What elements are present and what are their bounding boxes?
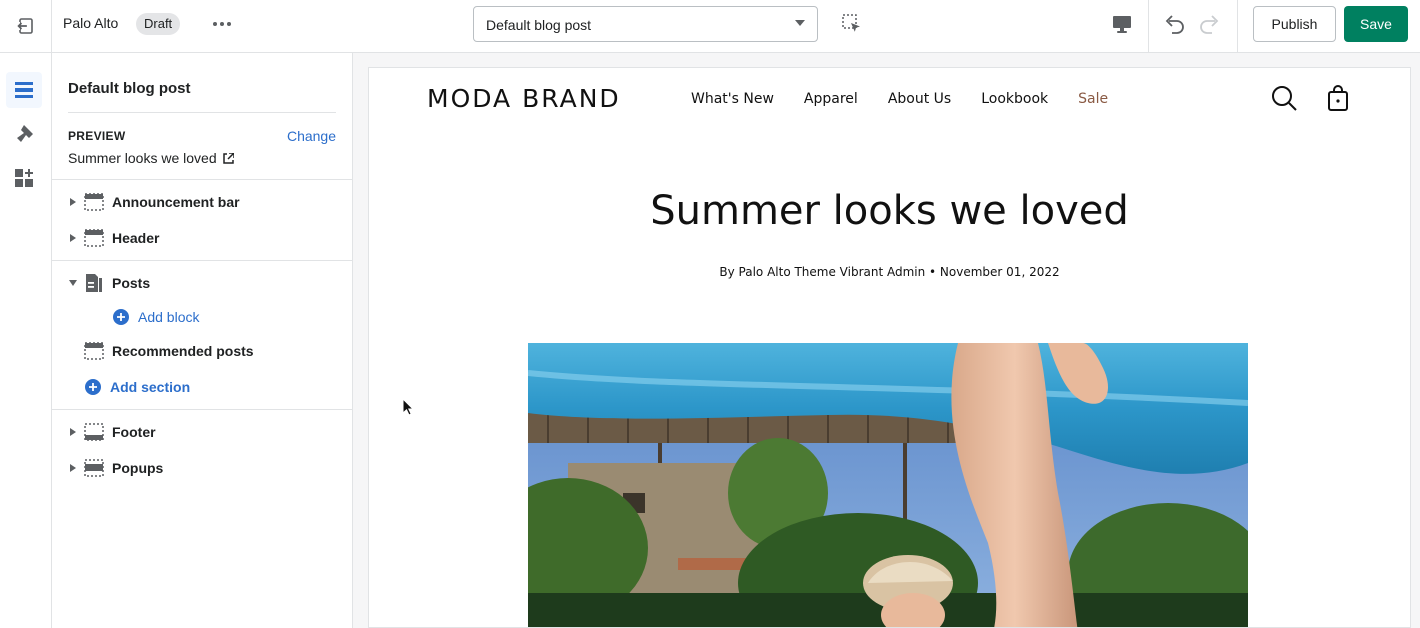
divider <box>52 409 352 410</box>
section-posts[interactable]: Posts <box>52 269 352 297</box>
section-label: Announcement bar <box>112 194 240 210</box>
top-bar: Palo Alto Draft Default blog post Publis… <box>0 0 1420 53</box>
blog-posts-icon <box>84 273 104 293</box>
add-block-button[interactable]: Add block <box>112 305 199 329</box>
plus-circle-icon <box>85 379 101 395</box>
section-announcement-bar[interactable]: Announcement bar <box>52 188 352 216</box>
section-label: Popups <box>112 460 164 476</box>
article-byline: By Palo Alto Theme Vibrant Admin • Novem… <box>719 265 1060 279</box>
nav-link[interactable]: About Us <box>888 91 951 107</box>
add-block-label: Add block <box>138 309 200 325</box>
template-select[interactable]: Default blog post <box>473 6 818 42</box>
header-icon <box>84 228 104 248</box>
sections-panel: Default blog post PREVIEW Change Summer … <box>52 53 353 628</box>
search-icon[interactable] <box>1271 85 1297 111</box>
inspector-icon <box>842 14 860 32</box>
add-section-button[interactable]: Add section <box>84 375 190 399</box>
undo-button[interactable] <box>1160 10 1188 38</box>
expand-arrow-icon[interactable] <box>68 427 78 437</box>
section-popups[interactable]: Popups <box>52 454 352 482</box>
collapse-arrow-icon[interactable] <box>68 278 78 288</box>
status-badge: Draft <box>136 13 181 35</box>
section-label: Header <box>112 230 160 246</box>
section-footer[interactable]: Footer <box>52 418 352 446</box>
desktop-preview-button[interactable] <box>1106 10 1138 38</box>
left-rail <box>0 53 52 628</box>
apps-icon <box>15 169 33 187</box>
expand-arrow-icon[interactable] <box>68 463 78 473</box>
publish-button[interactable]: Publish <box>1253 6 1336 42</box>
preview-label: PREVIEW <box>68 129 126 143</box>
more-actions-button[interactable] <box>208 12 236 36</box>
nav-link[interactable]: Apparel <box>804 91 858 107</box>
nav-link-sale[interactable]: Sale <box>1078 91 1108 107</box>
external-link-icon <box>222 152 234 164</box>
nav-link[interactable]: Lookbook <box>981 91 1048 107</box>
section-label: Posts <box>112 275 151 291</box>
preview-canvas: MODA BRAND What's New Apparel About Us L… <box>353 53 1420 628</box>
redo-button[interactable] <box>1196 10 1224 38</box>
article-title: Summer looks we loved <box>650 188 1129 234</box>
expand-arrow-icon[interactable] <box>68 233 78 243</box>
section-header[interactable]: Header <box>52 224 352 252</box>
divider <box>1148 0 1149 52</box>
exit-button[interactable] <box>0 0 52 52</box>
article-hero-image <box>528 343 1248 627</box>
add-section-label: Add section <box>110 379 191 395</box>
apps-tab[interactable] <box>6 160 42 196</box>
desktop-icon <box>1113 16 1131 33</box>
section-label: Recommended posts <box>112 343 254 359</box>
change-preview-link[interactable]: Change <box>287 128 336 144</box>
save-button[interactable]: Save <box>1344 6 1408 42</box>
template-select-value: Default blog post <box>486 17 592 33</box>
announcement-bar-icon <box>84 192 104 212</box>
expand-arrow-icon[interactable] <box>68 197 78 207</box>
recommended-posts-icon <box>84 341 104 361</box>
bag-icon[interactable] <box>1327 85 1349 111</box>
preview-resource-label: Summer looks we loved <box>68 150 217 166</box>
inspector-button[interactable] <box>838 10 866 38</box>
plus-circle-icon <box>113 309 129 325</box>
divider <box>1237 0 1238 52</box>
theme-settings-icon <box>17 125 33 142</box>
store-preview[interactable]: MODA BRAND What's New Apparel About Us L… <box>368 67 1411 628</box>
mouse-cursor-icon <box>402 398 414 416</box>
preview-resource[interactable]: Summer looks we loved <box>68 150 234 166</box>
more-icon <box>213 22 231 26</box>
panel-title: Default blog post <box>68 80 191 97</box>
sections-icon <box>15 82 33 98</box>
divider <box>68 112 336 113</box>
section-recommended-posts[interactable]: Recommended posts <box>52 337 352 365</box>
sections-tab[interactable] <box>6 72 42 108</box>
divider <box>52 179 352 180</box>
footer-icon <box>84 422 104 442</box>
nav-link[interactable]: What's New <box>691 91 774 107</box>
theme-settings-tab[interactable] <box>6 116 42 152</box>
divider <box>52 260 352 261</box>
theme-name: Palo Alto <box>63 15 119 31</box>
section-label: Footer <box>112 424 156 440</box>
chevron-down-icon <box>795 20 805 26</box>
popups-icon <box>84 458 104 478</box>
store-logo[interactable]: MODA BRAND <box>427 84 621 113</box>
store-nav: What's New Apparel About Us Lookbook Sal… <box>691 91 1108 107</box>
redo-icon <box>1200 15 1219 34</box>
exit-icon <box>16 18 33 34</box>
undo-icon <box>1165 15 1184 34</box>
